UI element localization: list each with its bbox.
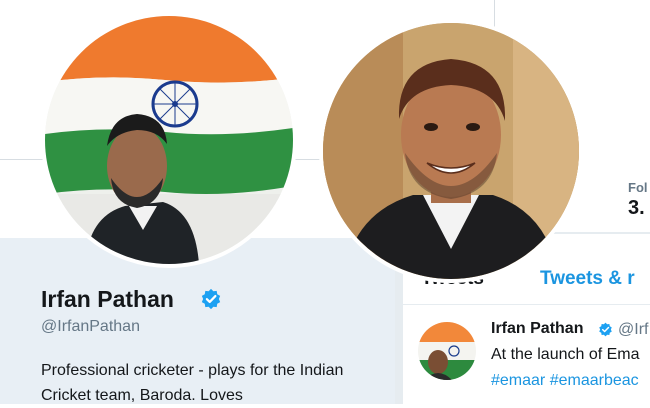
man-portrait-image [323, 23, 579, 279]
indian-flag-image [45, 16, 293, 264]
stat-followers-label[interactable]: Fol [628, 180, 648, 195]
tweet-text: At the launch of Ema [491, 346, 640, 363]
profile-name[interactable]: Irfan Pathan [41, 286, 174, 313]
profile-bio: Professional cricketer - plays for the I… [41, 362, 344, 404]
tweet-author[interactable]: Irfan Pathan [491, 320, 583, 338]
profile-handle[interactable]: @IrfanPathan [41, 318, 140, 336]
verified-badge-icon [201, 288, 221, 310]
tabs-divider [403, 304, 650, 305]
tweet-avatar[interactable] [418, 322, 476, 380]
indian-flag-image [418, 322, 476, 380]
stat-followers-value[interactable]: 3. [628, 197, 645, 220]
profile-avatar-left[interactable] [41, 12, 297, 268]
tweet-handle[interactable]: @Irf [618, 321, 648, 339]
tab-tweets-and-replies[interactable]: Tweets & r [540, 268, 635, 290]
tweet-hashtags[interactable]: #emaar #emaarbeac [491, 372, 639, 390]
verified-badge-icon [599, 322, 612, 337]
profile-avatar-right[interactable] [319, 19, 583, 283]
